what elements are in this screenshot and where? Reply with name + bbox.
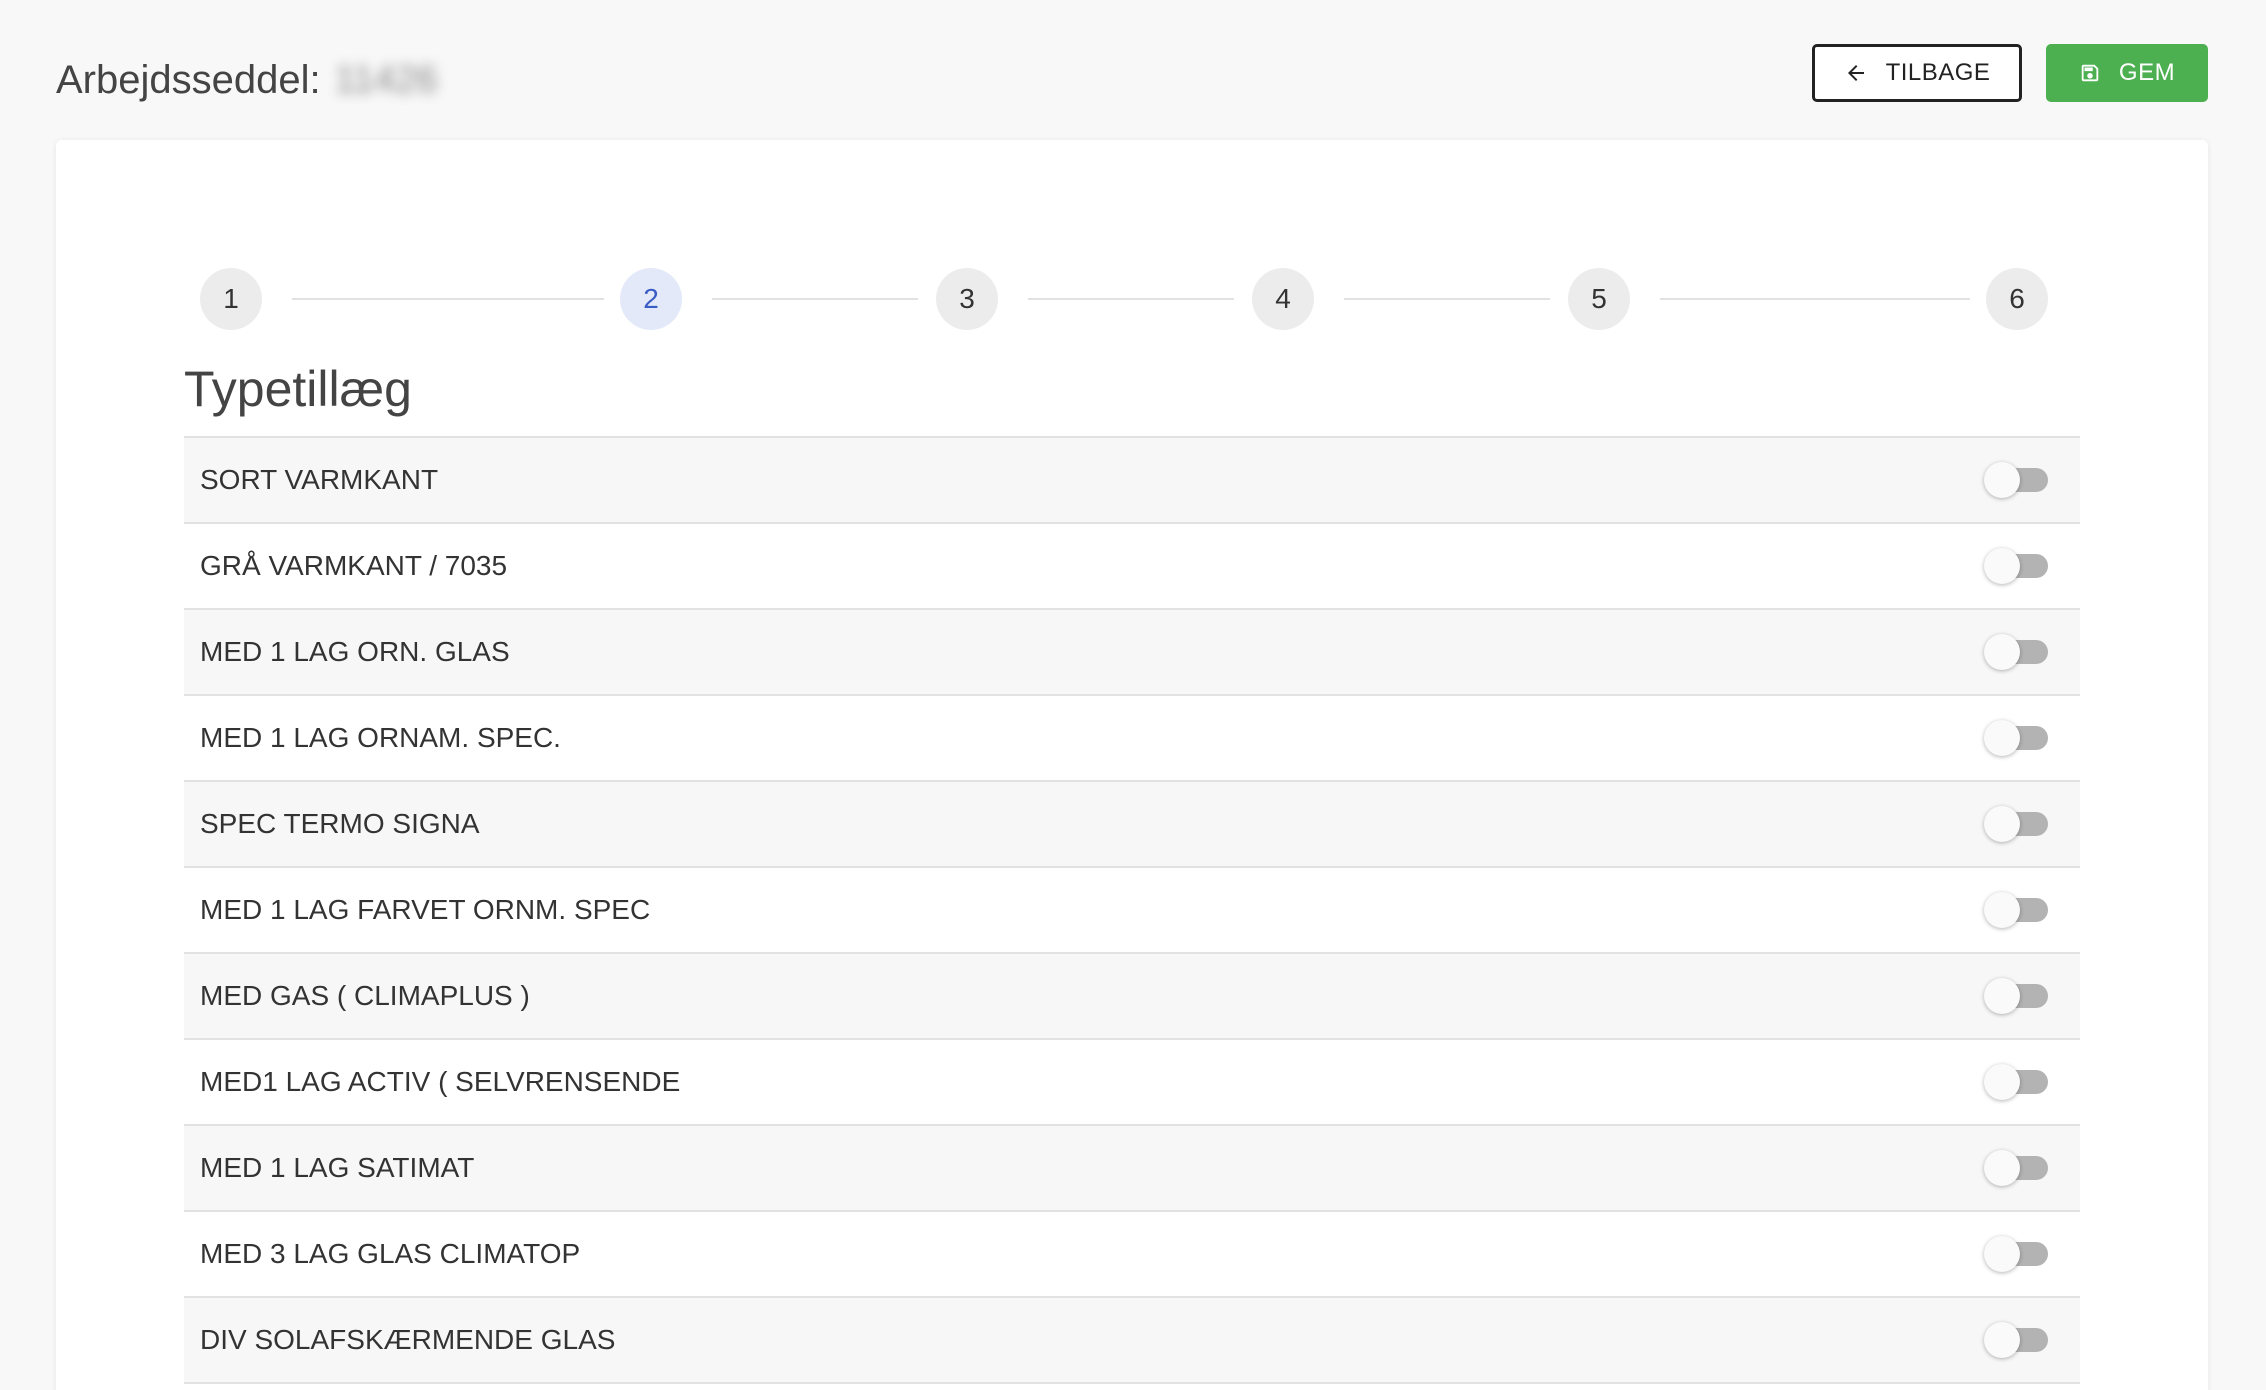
step-connector bbox=[712, 298, 918, 300]
step-1[interactable]: 1 bbox=[200, 268, 262, 330]
toggle-knob bbox=[1984, 806, 2020, 842]
list-item: MED 1 LAG ORNAM. SPEC. bbox=[184, 696, 2080, 782]
back-button[interactable]: TILBAGE bbox=[1812, 44, 2022, 102]
list-item: MED 3 LAG GLAS CLIMATOP bbox=[184, 1212, 2080, 1298]
page-title: Arbejdsseddel: 11426 bbox=[56, 58, 437, 103]
option-toggle[interactable] bbox=[1984, 892, 2048, 928]
toggle-knob bbox=[1984, 1322, 2020, 1358]
stepper: 1 2 3 4 5 6 bbox=[200, 268, 2104, 330]
toggle-knob bbox=[1984, 1236, 2020, 1272]
list-item: MED GAS ( CLIMAPLUS ) bbox=[184, 954, 2080, 1040]
list-item: MED 1 LAG SATIMAT bbox=[184, 1126, 2080, 1212]
option-toggle[interactable] bbox=[1984, 462, 2048, 498]
step-4[interactable]: 4 bbox=[1252, 268, 1314, 330]
option-label: MED 1 LAG SATIMAT bbox=[200, 1152, 475, 1183]
option-label: MED 1 LAG ORNAM. SPEC. bbox=[200, 722, 561, 753]
toggle-knob bbox=[1984, 978, 2020, 1014]
options-list: SORT VARMKANT GRÅ VARMKANT / 7035 MED 1 … bbox=[184, 436, 2080, 1384]
toggle-knob bbox=[1984, 720, 2020, 756]
option-label: MED1 LAG ACTIV ( SELVRENSENDE bbox=[200, 1066, 681, 1097]
work-order-number: 11426 bbox=[334, 59, 438, 101]
toggle-knob bbox=[1984, 548, 2020, 584]
option-label: MED 3 LAG GLAS CLIMATOP bbox=[200, 1238, 581, 1269]
page-header: Arbejdsseddel: 11426 TILBAGE GEM bbox=[56, 44, 2208, 104]
toggle-knob bbox=[1984, 892, 2020, 928]
page-title-text: Arbejdsseddel: bbox=[56, 58, 321, 102]
form-card: 1 2 3 4 5 6 Typetillæg SORT VARMKANT GRÅ… bbox=[56, 140, 2208, 1390]
option-label: GRÅ VARMKANT / 7035 bbox=[200, 550, 508, 581]
list-item: SPEC TERMO SIGNA bbox=[184, 782, 2080, 868]
toggle-knob bbox=[1984, 1064, 2020, 1100]
option-toggle[interactable] bbox=[1984, 978, 2048, 1014]
option-toggle[interactable] bbox=[1984, 548, 2048, 584]
step-5[interactable]: 5 bbox=[1568, 268, 1630, 330]
back-button-label: TILBAGE bbox=[1885, 59, 1991, 86]
save-icon bbox=[2081, 64, 2099, 82]
step-connector bbox=[1028, 298, 1234, 300]
option-label: SPEC TERMO SIGNA bbox=[200, 808, 480, 839]
option-toggle[interactable] bbox=[1984, 806, 2048, 842]
option-label: MED GAS ( CLIMAPLUS ) bbox=[200, 980, 530, 1011]
toggle-knob bbox=[1984, 1150, 2020, 1186]
step-6[interactable]: 6 bbox=[1986, 268, 2048, 330]
option-label: SORT VARMKANT bbox=[200, 464, 439, 495]
option-toggle[interactable] bbox=[1984, 1064, 2048, 1100]
option-toggle[interactable] bbox=[1984, 1150, 2048, 1186]
list-item: SORT VARMKANT bbox=[184, 438, 2080, 524]
option-toggle[interactable] bbox=[1984, 1236, 2048, 1272]
step-3[interactable]: 3 bbox=[936, 268, 998, 330]
option-toggle[interactable] bbox=[1984, 720, 2048, 756]
section-title: Typetillæg bbox=[184, 361, 412, 417]
list-item: GRÅ VARMKANT / 7035 bbox=[184, 524, 2080, 610]
list-item: MED1 LAG ACTIV ( SELVRENSENDE bbox=[184, 1040, 2080, 1126]
toggle-knob bbox=[1984, 462, 2020, 498]
option-label: DIV SOLAFSKÆRMENDE GLAS bbox=[200, 1324, 616, 1355]
option-toggle[interactable] bbox=[1984, 1322, 2048, 1358]
list-item: DIV SOLAFSKÆRMENDE GLAS bbox=[184, 1298, 2080, 1384]
list-item: MED 1 LAG FARVET ORNM. SPEC bbox=[184, 868, 2080, 954]
step-2[interactable]: 2 bbox=[620, 268, 682, 330]
list-item: MED 1 LAG ORN. GLAS bbox=[184, 610, 2080, 696]
option-toggle[interactable] bbox=[1984, 634, 2048, 670]
option-label: MED 1 LAG ORN. GLAS bbox=[200, 636, 510, 667]
toggle-knob bbox=[1984, 634, 2020, 670]
step-connector bbox=[292, 298, 604, 300]
arrow-left-icon bbox=[1847, 65, 1864, 81]
step-connector bbox=[1660, 298, 1970, 300]
save-button[interactable]: GEM bbox=[2046, 44, 2208, 102]
save-button-label: GEM bbox=[2118, 59, 2176, 86]
step-connector bbox=[1344, 298, 1550, 300]
option-label: MED 1 LAG FARVET ORNM. SPEC bbox=[200, 894, 651, 925]
